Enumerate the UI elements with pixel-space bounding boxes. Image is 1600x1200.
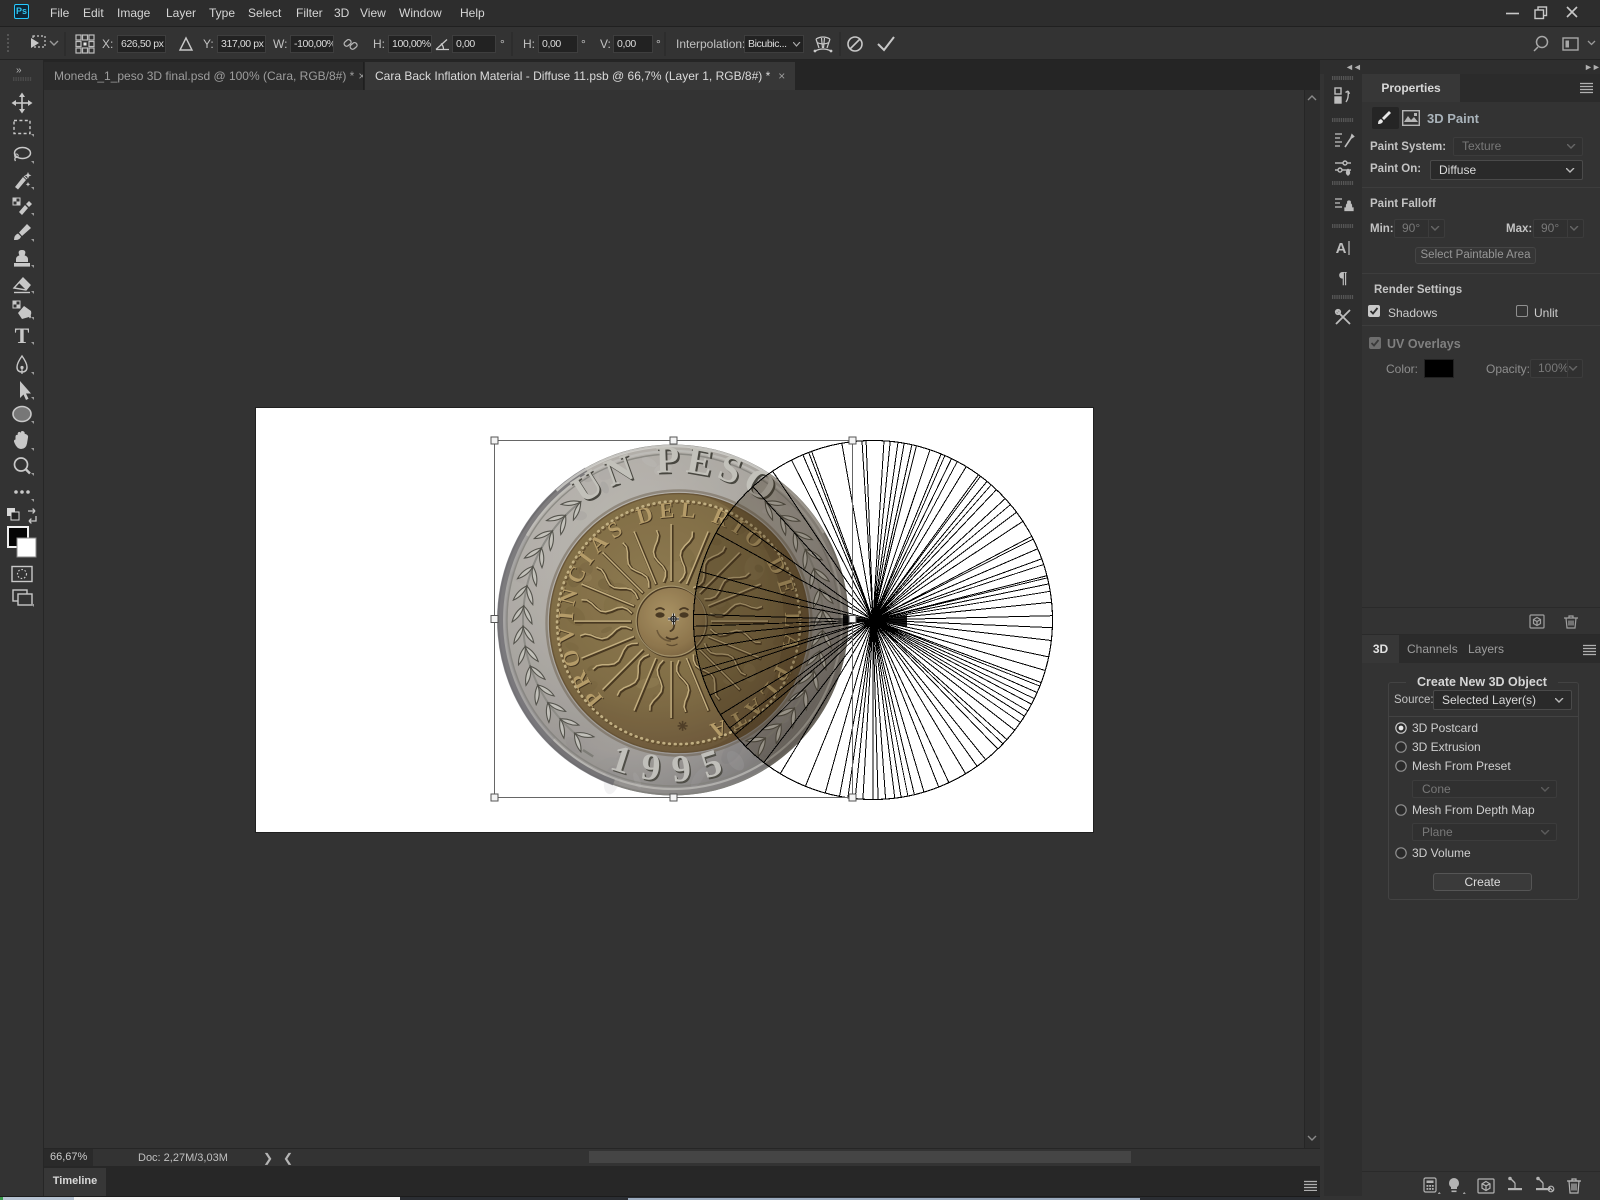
svg-text:»: » (16, 65, 22, 76)
svg-text:T: T (15, 323, 30, 348)
svg-text:¶: ¶ (1338, 268, 1347, 287)
svg-text:A: A (1336, 240, 1347, 257)
